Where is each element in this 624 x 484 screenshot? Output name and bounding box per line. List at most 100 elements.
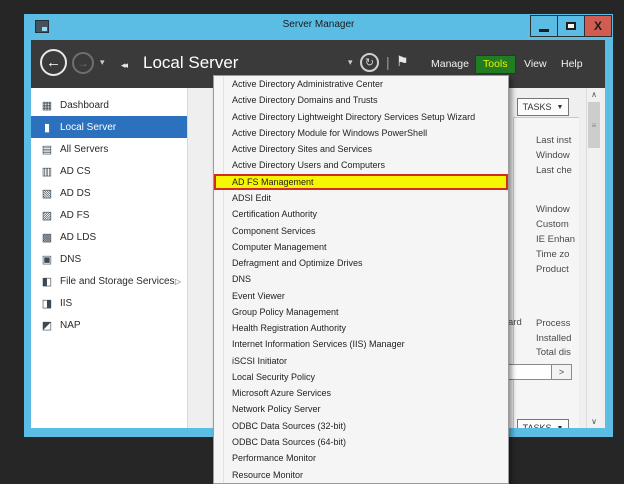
property-label: Product <box>536 264 569 275</box>
tools-menu-item[interactable]: Active Directory Users and Computers <box>214 157 508 173</box>
maximize-button[interactable] <box>557 15 585 37</box>
expand-arrow-icon[interactable]: ▷ <box>175 277 181 286</box>
tools-menu-item[interactable]: Group Policy Management <box>214 304 508 320</box>
expand-right-button[interactable]: > <box>551 365 571 379</box>
tools-menu-item[interactable]: Active Directory Administrative Center <box>214 76 508 92</box>
titlebar[interactable]: Server Manager X <box>24 14 613 40</box>
server-icon: ▮ <box>39 121 55 134</box>
sidebar-item-label: AD CS <box>60 166 91 177</box>
tools-menu-item[interactable]: ADSI Edit <box>214 190 508 206</box>
tools-menu-item[interactable]: Internet Information Services (IIS) Mana… <box>214 336 508 352</box>
scroll-down-icon[interactable]: ∨ <box>587 415 601 428</box>
tools-menu-item[interactable]: ODBC Data Sources (64-bit) <box>214 434 508 450</box>
property-label: IE Enhan <box>536 234 575 245</box>
property-label: Total dis <box>536 347 571 358</box>
desktop-background: Server Manager X ← → ▾ ◂◂ Local Server ▾… <box>0 0 624 484</box>
sidebar-nav: ▦ Dashboard ▮ Local Server ▤ All Servers… <box>31 88 188 428</box>
tools-menu-item[interactable]: Active Directory Module for Windows Powe… <box>214 125 508 141</box>
sidebar-item-label: AD LDS <box>60 232 96 243</box>
ad-cs-icon: ▥ <box>39 165 55 178</box>
sidebar-item-local-server[interactable]: ▮ Local Server <box>31 116 187 138</box>
tools-menu-item[interactable]: Active Directory Lightweight Directory S… <box>214 109 508 125</box>
tools-menu-item[interactable]: Certification Authority <box>214 206 508 222</box>
tools-menu-item[interactable]: Active Directory Sites and Services <box>214 141 508 157</box>
sidebar-item-label: NAP <box>60 320 81 331</box>
scrollbar-thumb[interactable]: ≡ <box>588 102 600 148</box>
tools-menu-item[interactable]: iSCSI Initiator <box>214 353 508 369</box>
minimize-button[interactable] <box>530 15 558 37</box>
window-controls: X <box>531 15 612 37</box>
notifications-flag-icon[interactable]: ⚑ <box>396 53 409 70</box>
breadcrumb[interactable]: Local Server <box>143 53 238 73</box>
ad-lds-icon: ▩ <box>39 231 55 244</box>
tools-menu-item[interactable]: Component Services <box>214 222 508 238</box>
sidebar-item-iis[interactable]: ◨ IIS <box>31 292 187 314</box>
ad-ds-icon: ▧ <box>39 187 55 200</box>
tasks-caret-icon: ▼ <box>556 104 563 111</box>
tools-menu-item[interactable]: Local Security Policy <box>214 369 508 385</box>
sidebar-item-ad-ds[interactable]: ▧ AD DS <box>31 182 187 204</box>
tasks-caret-icon: ▼ <box>556 425 563 429</box>
menu-tools[interactable]: Tools <box>475 55 516 74</box>
sidebar-item-dashboard[interactable]: ▦ Dashboard <box>31 94 187 116</box>
menu-manage[interactable]: Manage <box>431 58 469 70</box>
sidebar-item-label: Local Server <box>60 122 116 133</box>
close-button[interactable]: X <box>584 15 612 37</box>
back-button[interactable]: ← <box>40 49 67 76</box>
ad-fs-icon: ▨ <box>39 209 55 222</box>
sidebar-item-ad-fs[interactable]: ▨ AD FS <box>31 204 187 226</box>
breadcrumb-chevrons-icon: ◂◂ <box>121 60 126 71</box>
maximize-icon <box>566 22 576 30</box>
property-label: Process <box>536 318 570 329</box>
forward-button[interactable]: → <box>72 52 94 74</box>
refresh-icon[interactable]: ↻ <box>360 53 379 72</box>
tools-menu-item[interactable]: Network Policy Server <box>214 401 508 417</box>
vertical-scrollbar[interactable]: ∧ ≡ ∨ <box>586 88 601 428</box>
sidebar-item-all-servers[interactable]: ▤ All Servers <box>31 138 187 160</box>
sidebar-item-label: File and Storage Services <box>60 276 175 287</box>
property-label: Last che <box>536 165 572 176</box>
dashboard-icon: ▦ <box>39 99 55 112</box>
sidebar-item-nap[interactable]: ◩ NAP <box>31 314 187 336</box>
navbar-divider: | <box>386 54 390 70</box>
tasks-button-bottom[interactable]: TASKS ▼ <box>517 419 569 428</box>
breadcrumb-dropdown-icon[interactable]: ▾ <box>348 57 353 68</box>
scroll-up-icon[interactable]: ∧ <box>587 88 601 101</box>
menu-help[interactable]: Help <box>561 58 583 70</box>
menu-view[interactable]: View <box>524 58 547 70</box>
tools-menu-item[interactable]: Microsoft Azure Services <box>214 385 508 401</box>
tools-menu-item[interactable]: Defragment and Optimize Drives <box>214 255 508 271</box>
sidebar-item-ad-lds[interactable]: ▩ AD LDS <box>31 226 187 248</box>
tools-menu-item[interactable]: Health Registration Authority <box>214 320 508 336</box>
history-dropdown-icon[interactable]: ▾ <box>100 57 105 68</box>
file-storage-icon: ◧ <box>39 275 55 288</box>
tools-dropdown-menu: Active Directory Administrative Center A… <box>213 75 509 484</box>
tasks-label: TASKS <box>523 102 552 112</box>
servers-icon: ▤ <box>39 143 55 156</box>
tasks-label: TASKS <box>523 423 552 428</box>
tools-menu-item[interactable]: Active Directory Domains and Trusts <box>214 92 508 108</box>
sidebar-item-label: All Servers <box>60 144 108 155</box>
tools-menu-item[interactable]: Computer Management <box>214 239 508 255</box>
sidebar-item-dns[interactable]: ▣ DNS <box>31 248 187 270</box>
property-label: Installed <box>536 333 571 344</box>
property-label: Window <box>536 204 570 215</box>
properties-values-column: Last inst Window Last che Window Custom … <box>513 117 579 428</box>
tasks-button[interactable]: TASKS ▼ <box>517 98 569 116</box>
sidebar-item-label: DNS <box>60 254 81 265</box>
tools-menu-item[interactable]: Resource Monitor <box>214 466 508 482</box>
tools-menu-item-ad-fs-management[interactable]: AD FS Management <box>214 174 508 190</box>
sidebar-item-label: AD FS <box>60 210 89 221</box>
window-title: Server Manager <box>24 19 613 30</box>
tools-menu-item[interactable]: DNS <box>214 271 508 287</box>
clipped-text-fragment: ard <box>508 317 522 328</box>
sidebar-item-label: Dashboard <box>60 100 109 111</box>
sidebar-item-ad-cs[interactable]: ▥ AD CS <box>31 160 187 182</box>
sidebar-item-label: IIS <box>60 298 72 309</box>
sidebar-item-file-storage-services[interactable]: ◧ File and Storage Services ▷ <box>31 270 187 292</box>
tools-menu-item[interactable]: ODBC Data Sources (32-bit) <box>214 418 508 434</box>
tools-menu-item[interactable]: Performance Monitor <box>214 450 508 466</box>
tools-menu-item[interactable]: Event Viewer <box>214 287 508 303</box>
property-label: Time zo <box>536 249 569 260</box>
minimize-icon <box>539 29 549 32</box>
